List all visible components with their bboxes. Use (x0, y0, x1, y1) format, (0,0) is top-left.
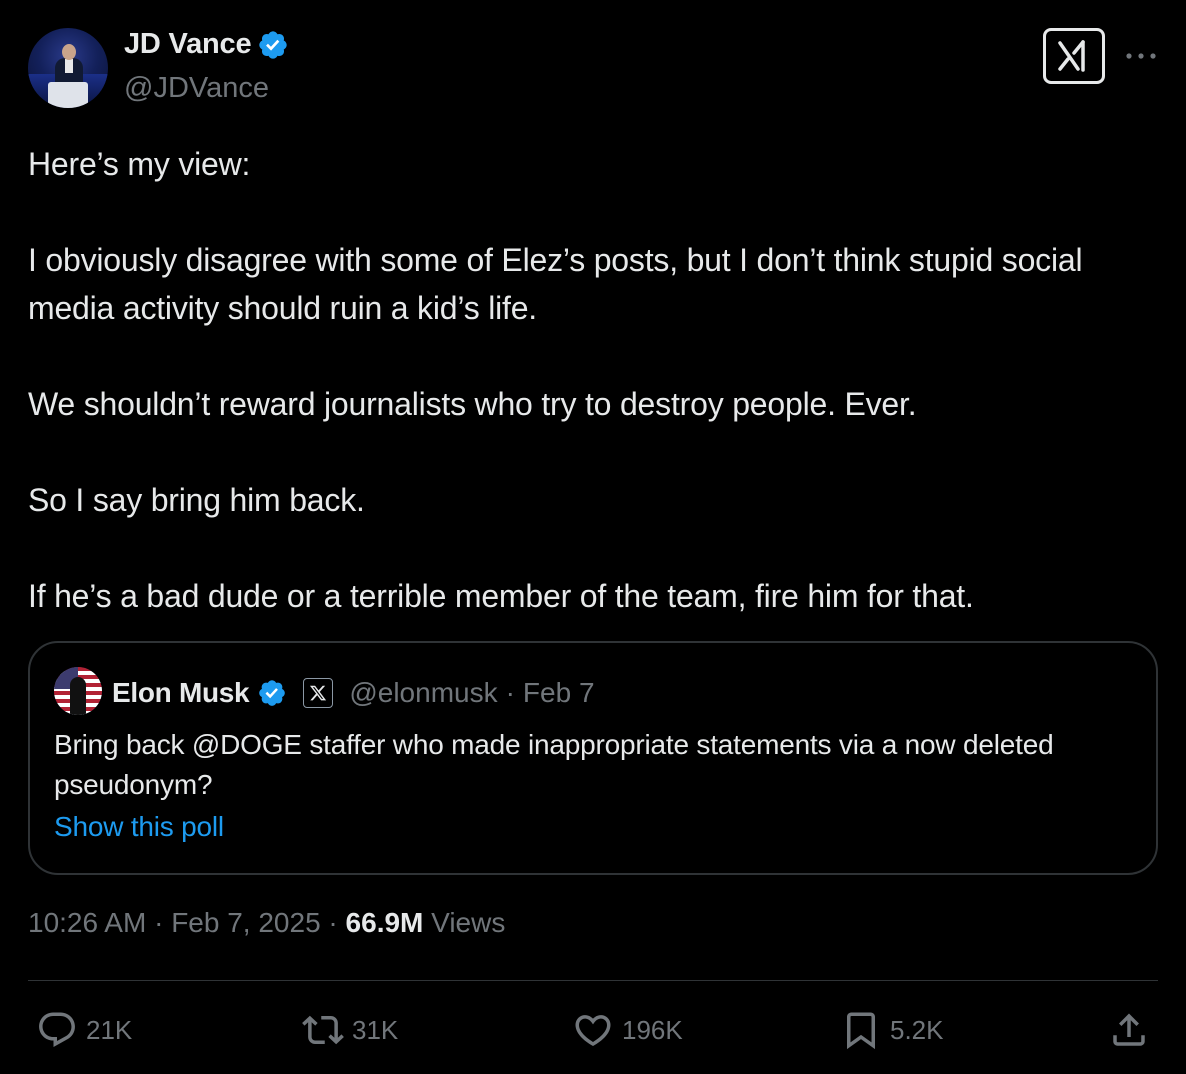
quoted-display-name[interactable]: Elon Musk (112, 677, 250, 709)
tweet: JD Vance @JDVance Here’s my view: I obvi… (0, 0, 1186, 1074)
heart-icon (575, 1015, 611, 1047)
avatar-person-shirt (65, 59, 73, 73)
more-dots-icon (1126, 53, 1156, 59)
tweet-meta: 10:26 AM · Feb 7, 2025 · 66.9M Views (28, 907, 505, 939)
x-logo-icon[interactable] (303, 678, 334, 708)
quoted-author-avatar[interactable] (54, 667, 102, 715)
x-logo-glyph (310, 685, 327, 701)
repost-button[interactable]: 31K (302, 1008, 398, 1052)
avatar-person-head (62, 44, 76, 60)
tweet-paragraph: I obviously disagree with some of Elez’s… (28, 242, 1083, 326)
quoted-tweet-card[interactable]: Elon Musk @elonmusk · Feb 7 Bring back @… (28, 641, 1158, 875)
bookmark-icon (847, 1012, 875, 1050)
grok-icon (1058, 40, 1085, 72)
avatar-podium (48, 82, 88, 108)
like-button[interactable]: 196K (572, 1008, 683, 1052)
bookmark-count: 5.2K (890, 1014, 944, 1045)
share-icon (1113, 1013, 1145, 1046)
grok-button[interactable] (1043, 28, 1105, 84)
quoted-text: Bring back @DOGE staffer who made inappr… (54, 729, 1054, 800)
quoted-handle[interactable]: @elonmusk (349, 677, 497, 709)
divider (28, 980, 1158, 981)
repost-icon (302, 1015, 344, 1045)
author-handle[interactable]: @JDVance (124, 72, 269, 105)
tweet-paragraph: Here’s my view: (28, 146, 251, 182)
author-name-row: JD Vance (124, 28, 289, 61)
meta-separator: · (146, 907, 172, 938)
verified-badge-icon (259, 30, 288, 59)
views-label: Views (423, 907, 506, 938)
bookmark-button[interactable]: 5.2K (840, 1008, 944, 1052)
reply-count: 21K (86, 1014, 133, 1045)
quoted-name-row: Elon Musk @elonmusk · Feb 7 (112, 673, 595, 713)
show-poll-link[interactable]: Show this poll (54, 811, 224, 843)
meta-separator: · (320, 907, 346, 938)
more-options-button[interactable] (1124, 46, 1158, 66)
avatar-person (70, 677, 86, 715)
tweet-paragraph: If he’s a bad dude or a terrible member … (28, 578, 974, 614)
tweet-paragraph: We shouldn’t reward journalists who try … (28, 386, 917, 422)
tweet-text: Here’s my view: I obviously disagree wit… (28, 140, 1158, 620)
tweet-date[interactable]: Feb 7, 2025 (171, 907, 320, 939)
quoted-date[interactable]: Feb 7 (523, 677, 595, 709)
reply-button[interactable]: 21K (36, 1008, 132, 1052)
author-display-name[interactable]: JD Vance (124, 28, 252, 61)
repost-count: 31K (352, 1014, 399, 1045)
views-count: 66.9M (345, 907, 424, 938)
author-avatar[interactable] (28, 28, 108, 108)
share-button[interactable] (1108, 1008, 1150, 1052)
verified-badge-icon (259, 680, 286, 706)
quoted-separator: · (505, 677, 515, 708)
reply-icon (39, 1012, 75, 1047)
tweet-time[interactable]: 10:26 AM (28, 907, 146, 939)
like-count: 196K (622, 1014, 683, 1045)
tweet-paragraph: So I say bring him back. (28, 482, 365, 518)
